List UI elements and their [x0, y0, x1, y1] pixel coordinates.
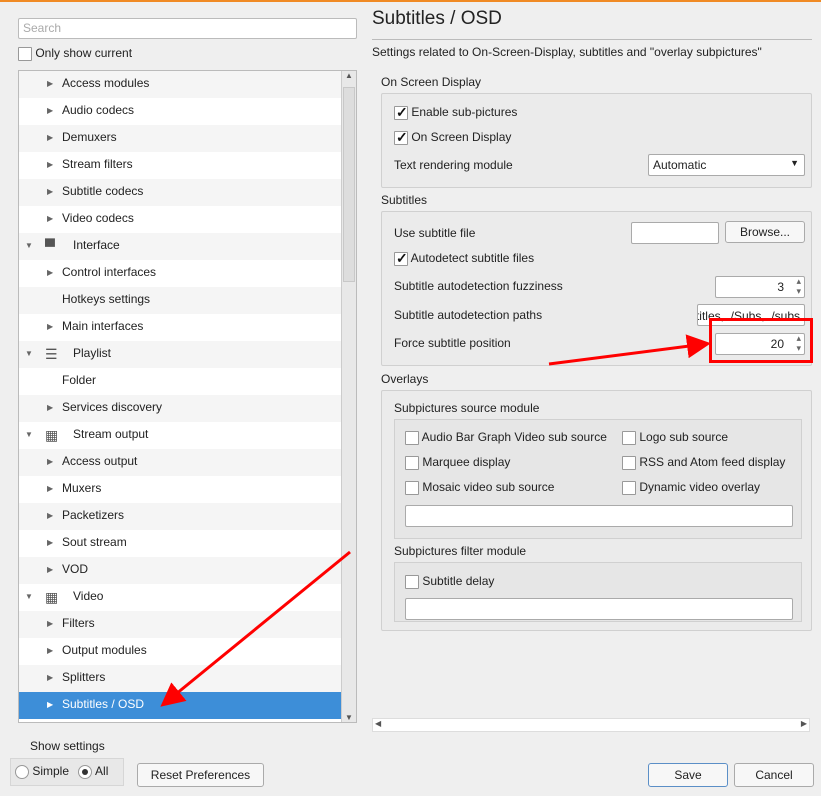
annotation-arrow: [160, 550, 351, 707]
annotation-arrow: [548, 334, 711, 366]
annotation-arrows: [160, 334, 711, 707]
